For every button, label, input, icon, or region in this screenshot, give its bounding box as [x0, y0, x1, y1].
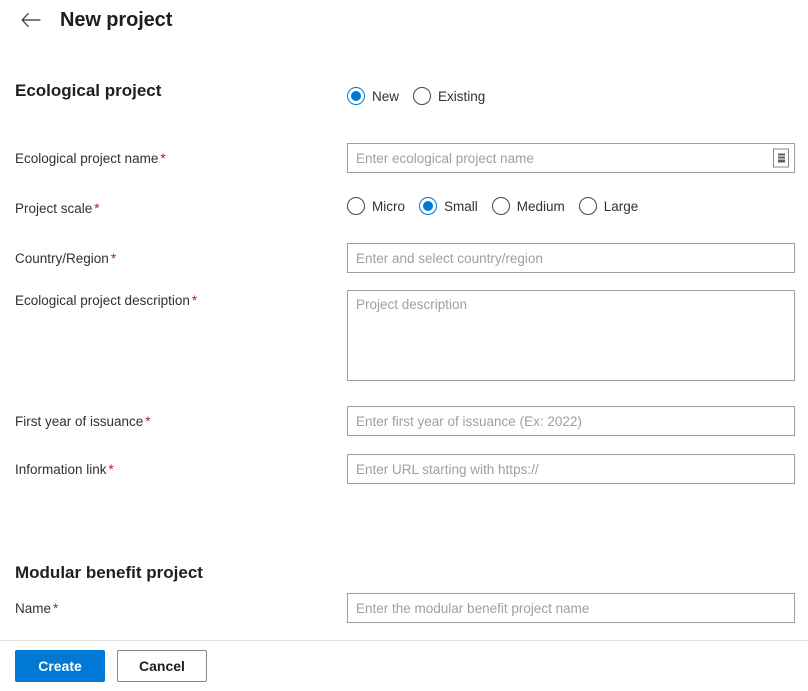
description-textarea[interactable] — [347, 290, 795, 381]
label-first-year: First year of issuance — [15, 414, 144, 429]
field-row-information-link: Information link * — [0, 454, 808, 484]
radio-label-micro: Micro — [372, 198, 405, 214]
radio-label-new: New — [372, 88, 400, 104]
label-modular-name: Name — [15, 601, 52, 616]
field-row-first-year: First year of issuance * — [0, 406, 808, 436]
radio-indicator-large — [578, 197, 597, 215]
first-year-input[interactable] — [347, 406, 795, 436]
required-marker: * — [94, 201, 100, 216]
field-row-country-region: Country/Region * — [0, 243, 808, 273]
project-scale-radio-group[interactable]: Micro Small Medium Large — [347, 197, 795, 215]
country-region-input[interactable] — [347, 243, 795, 273]
radio-indicator-existing — [413, 87, 432, 105]
required-marker: * — [160, 151, 166, 166]
radio-option-existing[interactable]: Existing — [413, 87, 485, 105]
label-description: Ecological project description — [15, 293, 190, 308]
ecological-section-title: Ecological project — [15, 81, 162, 100]
required-marker: * — [108, 462, 114, 477]
required-marker: * — [110, 251, 117, 266]
label-project-name: Ecological project name — [15, 151, 159, 166]
footer-action-bar: Create Cancel — [0, 640, 808, 691]
modular-section-title: Modular benefit project — [15, 563, 203, 582]
modular-name-input[interactable] — [347, 593, 795, 623]
field-row-project-name: Ecological project name * — [0, 143, 808, 173]
form-scroll-region[interactable]: Ecological project New Existing Ecologic… — [0, 40, 808, 640]
radio-label-small: Small — [444, 198, 478, 214]
information-link-input[interactable] — [347, 454, 795, 484]
radio-indicator-small — [419, 197, 437, 215]
project-mode-radio-group[interactable]: New Existing — [347, 87, 795, 105]
cancel-button[interactable]: Cancel — [117, 650, 207, 682]
radio-indicator-new — [347, 87, 365, 105]
radio-label-existing: Existing — [438, 88, 486, 104]
radio-label-medium: Medium — [516, 198, 565, 214]
radio-label-large: Large — [603, 198, 639, 214]
create-button[interactable]: Create — [15, 650, 105, 682]
radio-option-new[interactable]: New — [347, 87, 399, 105]
back-button[interactable] — [18, 7, 44, 33]
field-row-project-scale: Project scale * Micro Small Medium Large — [0, 197, 808, 217]
radio-option-medium[interactable]: Medium — [491, 197, 565, 215]
field-row-modular-name: Name * — [0, 593, 808, 623]
label-country-region: Country/Region — [15, 251, 109, 266]
ecological-section-header-row: Ecological project New Existing — [0, 82, 808, 105]
page-title: New project — [60, 8, 173, 31]
radio-option-micro[interactable]: Micro — [347, 197, 405, 215]
required-marker: * — [145, 414, 151, 429]
list-picker-icon[interactable] — [773, 148, 789, 168]
radio-option-small[interactable]: Small — [419, 197, 478, 215]
label-information-link: Information link — [15, 462, 107, 477]
modular-section-title-row: Modular benefit project — [0, 564, 808, 582]
arrow-left-icon — [21, 13, 41, 27]
field-row-description: Ecological project description * — [0, 290, 808, 381]
radio-option-large[interactable]: Large — [578, 197, 639, 215]
required-marker: * — [53, 601, 59, 616]
radio-indicator-micro — [347, 197, 365, 215]
page-header: New project — [0, 0, 808, 40]
radio-indicator-medium — [491, 197, 510, 215]
project-name-input[interactable] — [347, 143, 795, 173]
label-project-scale: Project scale — [15, 201, 93, 216]
required-marker: * — [191, 293, 198, 308]
